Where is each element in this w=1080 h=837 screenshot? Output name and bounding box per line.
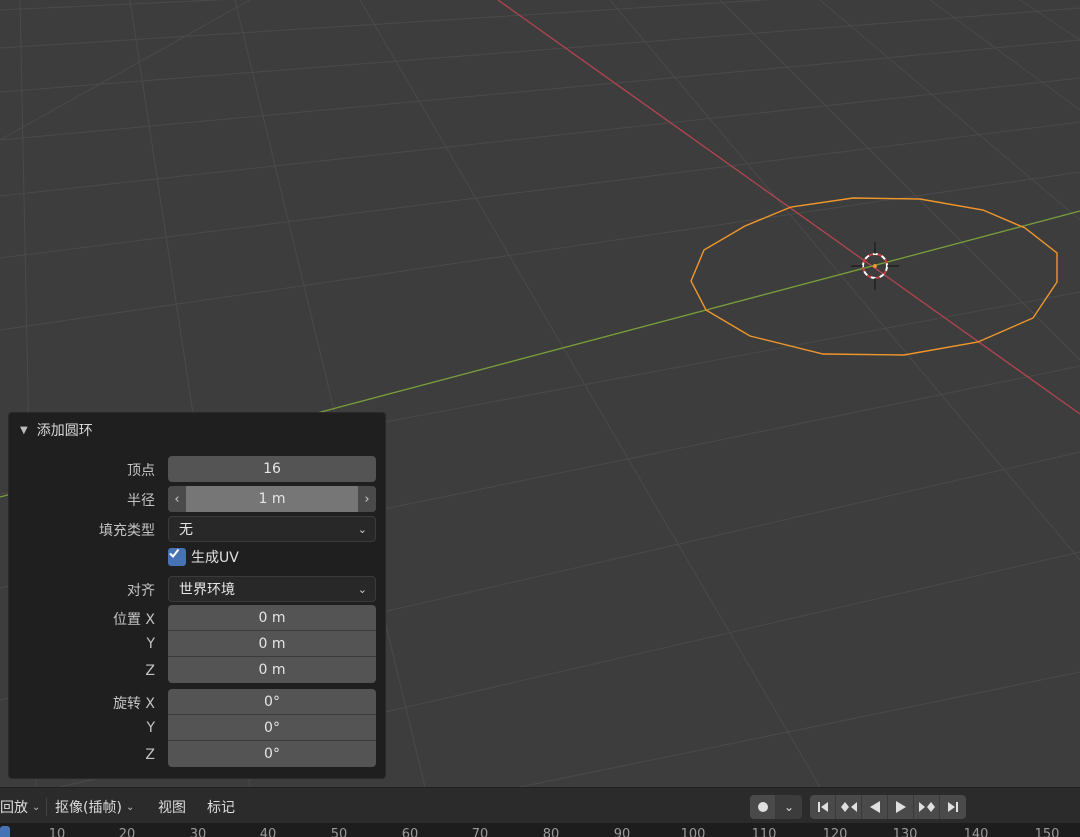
disclosure-triangle-icon: ▼: [20, 424, 28, 436]
location-z-field[interactable]: 0 m: [168, 657, 376, 683]
3d-viewport[interactable]: ▼ 添加圆环 顶点 16 半径 ‹ 1 m › 填充类型 无 ⌄ 生成UV 对齐…: [0, 0, 1080, 787]
decrement-arrow-icon[interactable]: ‹: [168, 486, 186, 512]
panel-header[interactable]: ▼ 添加圆环: [9, 413, 385, 447]
rotation-y-field[interactable]: 0°: [168, 715, 376, 741]
auto-keying-group: ⌄: [750, 795, 802, 819]
ruler-tick: 150: [1034, 827, 1060, 837]
chevron-down-icon[interactable]: ⌄: [776, 795, 802, 819]
generate-uv-label: 生成UV: [191, 550, 239, 566]
ruler-tick: 110: [751, 827, 777, 837]
ruler-tick: 80: [542, 827, 560, 837]
x-axis-line: [497, 0, 1080, 415]
checkmark-icon[interactable]: [168, 548, 186, 566]
record-icon[interactable]: [750, 795, 776, 819]
fill-type-dropdown[interactable]: 无 ⌄: [168, 516, 376, 542]
ruler-tick: 120: [822, 827, 848, 837]
menu-divider: [46, 798, 47, 816]
ruler-tick: 10: [48, 827, 66, 837]
timeline-ruler[interactable]: 10 20 30 40 50 60 70 80 90 100 110 120 1…: [0, 823, 1080, 837]
playback-menu[interactable]: 回放 ⌄: [0, 796, 40, 818]
3d-cursor-icon: [851, 242, 899, 290]
increment-arrow-icon[interactable]: ›: [358, 486, 376, 512]
marker-menu[interactable]: 标记: [207, 796, 235, 818]
location-fields: 0 m 0 m 0 m: [168, 605, 376, 683]
location-y-label: Y: [146, 636, 155, 652]
ruler-tick: 50: [330, 827, 348, 837]
rotation-z-label: Z: [145, 747, 155, 763]
jump-end-icon[interactable]: [940, 795, 966, 819]
fill-type-label: 填充类型: [99, 523, 155, 539]
play-reverse-icon[interactable]: [862, 795, 888, 819]
location-x-field[interactable]: 0 m: [168, 605, 376, 631]
radius-value: 1 m: [258, 491, 286, 507]
keying-menu[interactable]: 抠像(插帧) ⌄: [55, 796, 134, 818]
ruler-tick: 100: [680, 827, 706, 837]
chevron-down-icon: ⌄: [32, 801, 41, 813]
playback-controls: [810, 795, 966, 819]
location-x-label: 位置 X: [112, 612, 155, 628]
location-y-field[interactable]: 0 m: [168, 631, 376, 657]
align-value: 世界环境: [179, 582, 235, 598]
keying-menu-label: 抠像(插帧): [55, 800, 122, 816]
radius-label: 半径: [127, 493, 155, 509]
rotation-x-field[interactable]: 0°: [168, 689, 376, 715]
playback-menu-label: 回放: [0, 800, 28, 816]
ruler-tick: 130: [892, 827, 918, 837]
ruler-tick: 90: [613, 827, 631, 837]
play-icon[interactable]: [888, 795, 914, 819]
fill-type-value: 无: [179, 522, 193, 538]
vertices-label: 顶点: [127, 463, 155, 479]
ruler-tick: 30: [189, 827, 207, 837]
location-z-label: Z: [145, 663, 155, 679]
rotation-fields: 0° 0° 0°: [168, 689, 376, 767]
align-dropdown[interactable]: 世界环境 ⌄: [168, 576, 376, 602]
ruler-tick: 140: [963, 827, 989, 837]
add-circle-operator-panel: ▼ 添加圆环 顶点 16 半径 ‹ 1 m › 填充类型 无 ⌄ 生成UV 对齐…: [8, 412, 386, 779]
next-keyframe-icon[interactable]: [914, 795, 940, 819]
ruler-tick: 20: [118, 827, 136, 837]
prev-keyframe-icon[interactable]: [836, 795, 862, 819]
rotation-y-label: Y: [146, 720, 155, 736]
current-frame-indicator[interactable]: [0, 826, 10, 837]
chevron-down-icon: ⌄: [125, 801, 135, 813]
chevron-down-icon: ⌄: [357, 582, 367, 596]
ruler-tick: 60: [401, 827, 419, 837]
vertices-value: 16: [263, 461, 281, 477]
generate-uv-toggle[interactable]: 生成UV: [168, 547, 239, 567]
align-label: 对齐: [127, 583, 155, 599]
chevron-down-icon: ⌄: [357, 522, 367, 536]
radius-field[interactable]: ‹ 1 m ›: [168, 486, 376, 512]
selected-circle-object: [690, 197, 1058, 356]
rotation-z-field[interactable]: 0°: [168, 741, 376, 767]
rotation-x-label: 旋转 X: [112, 696, 155, 712]
view-menu[interactable]: 视图: [158, 796, 186, 818]
vertices-field[interactable]: 16: [168, 456, 376, 482]
timeline-header: 回放 ⌄ 抠像(插帧) ⌄ 视图 标记 ⌄: [0, 787, 1080, 823]
panel-title: 添加圆环: [36, 423, 93, 439]
ruler-tick: 70: [471, 827, 489, 837]
ruler-tick: 40: [259, 827, 277, 837]
jump-start-icon[interactable]: [810, 795, 836, 819]
